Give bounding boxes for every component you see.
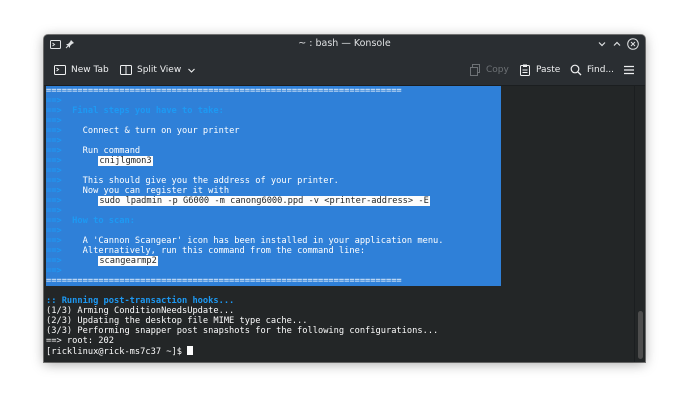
terminal-line: ==> [46,166,62,176]
paste-button[interactable]: Paste [519,62,560,78]
banner-rule-bottom: ========================================… [46,276,402,286]
scrollbar[interactable] [634,86,645,362]
terminal-line: ==> Alternatively, run this command from… [46,246,366,256]
banner-rule-top: ========================================… [46,86,402,96]
terminal-line: ==> [46,226,62,236]
copy-icon [470,64,480,76]
terminal-line: ==> Now you can register it with [46,186,230,196]
toolbar: New Tab Split View Copy Paste Find... [44,55,645,86]
terminal-line: ==> scangearmp2 [46,256,158,266]
chevron-down-icon [188,68,196,73]
terminal-line: ==> [46,266,62,276]
find-button[interactable]: Find... [570,62,614,78]
terminal-line: ==> [46,96,62,106]
konsole-window: ~ : bash — Konsole New Tab Split View Co… [44,35,645,362]
command-lpadmin: sudo lpadmin -p G6000 -m canong6000.ppd … [98,196,430,206]
should-give-text: This should give you the address of your… [82,176,339,186]
scangear-installed-text: A 'Cannon Scangear' icon has been instal… [82,236,444,246]
terminal-line: ==> [46,116,62,126]
terminal-line: ==> [46,136,62,146]
terminal-line: ==> Connect & turn on your printer [46,126,240,136]
paste-icon [520,64,530,76]
terminal-line: ==> sudo lpadmin -p G6000 -m canong6000.… [46,196,430,206]
how-to-scan-heading: How to scan: [72,216,135,226]
find-label: Find... [587,65,615,75]
split-view-button[interactable]: Split View [120,62,201,78]
shell-prompt: [ricklinux@rick-ms7c37 ~]$ [46,347,188,357]
hamburger-menu-button[interactable] [623,62,640,78]
command-scangearmp2: scangearmp2 [98,256,158,266]
hook-3-line: (3/3) Performing snapper post snapshots … [46,326,439,336]
split-view-icon [120,65,132,75]
terminal-line: ==> How to scan: [46,216,135,226]
copy-label: Copy [486,65,509,75]
new-tab-label: New Tab [71,65,109,75]
hamburger-menu-icon [624,65,634,75]
title-bar: ~ : bash — Konsole [44,35,645,55]
now-register-text: Now you can register it with [82,186,230,196]
hooks-line: :: Running post-transaction hooks... [46,296,235,306]
terminal-line: ==> Final steps you have to take: [46,106,224,116]
maximize-chevron-icon[interactable] [610,37,624,51]
minimize-chevron-icon[interactable] [595,37,609,51]
terminal-output[interactable]: ========================================… [44,86,634,362]
close-icon[interactable] [626,37,640,51]
text-cursor [187,346,194,355]
terminal-line: ==> A 'Cannon Scangear' icon has been in… [46,236,444,246]
terminal-line: ==> Run command [46,146,141,156]
terminal-line: ==> [46,206,62,216]
hook-1-line: (1/3) Arming ConditionNeedsUpdate... [46,306,235,316]
paste-label: Paste [536,65,561,75]
copy-button[interactable]: Copy [469,62,509,78]
split-view-label: Split View [137,65,182,75]
prompt-line[interactable]: [ricklinux@rick-ms7c37 ~]$ [46,346,194,357]
new-tab-button[interactable]: New Tab [54,62,109,78]
hook-2-line: (2/3) Updating the desktop file MIME typ… [46,316,308,326]
alternatively-text: Alternatively, run this command from the… [82,246,366,256]
search-icon [570,64,582,76]
terminal-line: ==> This should give you the address of … [46,176,339,186]
final-steps-heading: Final steps you have to take: [72,106,224,116]
run-command-text: Run command [82,146,141,156]
scrollbar-thumb[interactable] [638,311,643,359]
new-tab-icon [54,65,66,75]
root-line: ==> root: 202 [46,336,114,346]
window-title: ~ : bash — Konsole [298,38,391,49]
terminal-line: ==> cnijlgmon3 [46,156,153,166]
connect-text: Connect & turn on your printer [82,126,240,136]
command-cnijlgmon3: cnijlgmon3 [98,156,153,166]
